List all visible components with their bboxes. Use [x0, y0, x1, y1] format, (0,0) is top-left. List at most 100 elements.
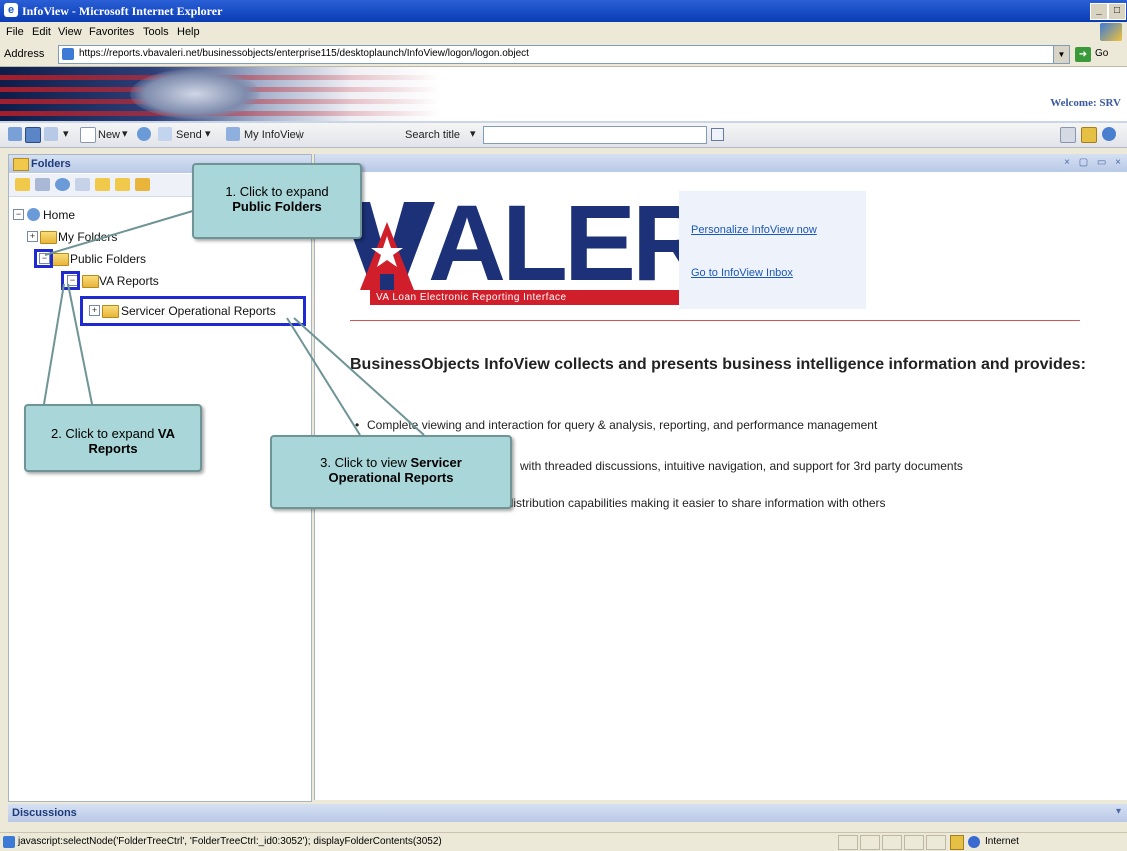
new-button[interactable]: New — [98, 129, 120, 141]
move-folder-icon[interactable] — [135, 178, 150, 191]
send-button[interactable]: Send — [176, 129, 202, 141]
callout-1-bold: Public Folders — [232, 199, 322, 214]
welcome-text: Welcome: SRV — [1050, 97, 1121, 109]
folders-panel: Folders − Home + My Folders − Public Fol… — [8, 154, 312, 802]
bullet-item: with threaded discussions, intuitive nav… — [520, 459, 963, 473]
search-input[interactable] — [483, 126, 707, 144]
folder-icon — [13, 158, 29, 171]
view-dropdown-icon[interactable]: ▾ — [63, 127, 69, 140]
maximize-button[interactable]: □ — [1108, 3, 1126, 20]
tree-label-home: Home — [43, 208, 76, 222]
callout-2-bold-2: Reports — [88, 441, 138, 456]
infoview-inbox-link[interactable]: Go to InfoView Inbox — [691, 267, 793, 279]
list-view-icon[interactable] — [25, 127, 41, 143]
highlight-box-servicer-reports — [80, 296, 306, 326]
folder-icon — [82, 275, 99, 288]
go-button[interactable]: ➜ Go — [1075, 46, 1123, 63]
status-text: javascript:selectNode('FolderTreeCtrl', … — [18, 836, 442, 847]
callout-3-bold-2: Operational Reports — [328, 470, 454, 485]
search-folder-icon[interactable] — [75, 178, 90, 191]
callout-2-bold-1: VA — [157, 426, 176, 441]
folder-icon — [52, 253, 69, 266]
promo-links-box: Personalize InfoView now Go to InfoView … — [679, 191, 866, 309]
internet-zone-icon — [968, 836, 980, 848]
tree-node-va-reports[interactable]: − VA Reports — [61, 273, 301, 289]
highlight-box-public-folders — [34, 249, 53, 268]
preferences-icon[interactable] — [1060, 127, 1076, 143]
go-label: Go — [1095, 48, 1109, 59]
address-bar: Address https://reports.vbavaleri.net/bu… — [0, 42, 1127, 67]
categories-icon[interactable] — [35, 178, 50, 191]
callout-2: 2. Click to expand VA Reports — [24, 404, 202, 472]
address-input[interactable]: https://reports.vbavaleri.net/businessob… — [58, 45, 1070, 64]
discussions-title: Discussions — [12, 807, 77, 819]
divider — [350, 320, 1080, 321]
bullet-dot: • — [355, 418, 360, 432]
menu-help[interactable]: Help — [177, 26, 200, 38]
page-icon — [3, 836, 15, 848]
logo-tagline: VA Loan Electronic Reporting Interface — [370, 290, 706, 305]
seal-image — [130, 69, 260, 119]
callout-1-text: 1. Click to expand — [225, 184, 329, 199]
callout-3-text: 3. Click to view — [320, 455, 411, 470]
discussions-panel[interactable]: Discussions ▾ — [8, 804, 1127, 822]
details-view-icon[interactable] — [44, 127, 58, 141]
tree-label-va-reports: VA Reports — [99, 274, 159, 288]
new-dropdown-icon[interactable]: ▾ — [122, 127, 128, 140]
search-title-dropdown[interactable]: Search title — [405, 129, 460, 141]
menu-file[interactable]: File — [6, 26, 24, 38]
minimize-button[interactable]: _ — [1090, 3, 1108, 20]
lock-icon[interactable] — [1081, 127, 1097, 143]
collapse-icon[interactable]: − — [13, 209, 24, 220]
folders-title: Folders — [31, 158, 71, 170]
tree-node-public-folders[interactable]: − Public Folders — [33, 251, 303, 267]
banner: Welcome: SRV — [0, 67, 1127, 123]
tree-label-public-folders: Public Folders — [70, 252, 147, 266]
panel-window-controls-icon[interactable]: × ▢ ▭ × — [1064, 157, 1124, 168]
help-icon[interactable] — [1102, 127, 1116, 141]
menu-tools[interactable]: Tools — [143, 26, 169, 38]
menu-view[interactable]: View — [58, 26, 82, 38]
intro-heading: BusinessObjects InfoView collects and pr… — [350, 356, 1086, 373]
menu-edit[interactable]: Edit — [32, 26, 51, 38]
valeri-logo: ALERI VA Loan Electronic Reporting Inter… — [340, 182, 736, 310]
personalize-infoview-link[interactable]: Personalize InfoView now — [691, 224, 817, 236]
tree-label-my-folders: My Folders — [58, 230, 118, 244]
home-icon — [27, 208, 40, 221]
send-icon — [158, 127, 172, 141]
bullet-item: Complete viewing and interaction for que… — [367, 418, 878, 432]
menu-bar: File Edit View Favorites Tools Help — [0, 22, 1127, 43]
page-icon — [62, 48, 74, 60]
search-go-icon[interactable] — [711, 128, 724, 141]
my-infoview-icon — [226, 127, 240, 141]
main-panel-header: × ▢ ▭ × — [315, 154, 1127, 172]
refresh-arrows-icon[interactable] — [137, 127, 151, 141]
ie-icon: e — [4, 3, 18, 17]
search-dropdown-icon[interactable]: ▾ — [470, 127, 476, 140]
zone-label: Internet — [985, 836, 1019, 847]
status-bar: javascript:selectNode('FolderTreeCtrl', … — [0, 832, 1127, 851]
highlight-box-va-reports — [61, 271, 80, 290]
folder-up-icon[interactable] — [115, 178, 130, 191]
expand-chevron-icon[interactable]: ▾ — [1116, 806, 1121, 817]
menu-favorites[interactable]: Favorites — [89, 26, 134, 38]
infoview-toolbar: ▾ New ▾ Send ▾ My InfoView | Search titl… — [0, 123, 1127, 148]
callout-3-bold-1: Servicer — [410, 455, 462, 470]
bullet-item: nd distribution capabilities making it e… — [490, 496, 886, 510]
flag-banner-image — [0, 67, 440, 121]
new-folder-icon[interactable] — [95, 178, 110, 191]
windows-logo-icon — [1100, 23, 1122, 41]
callout-3: 3. Click to view Servicer Operational Re… — [270, 435, 512, 509]
expand-icon[interactable]: + — [27, 231, 38, 242]
send-dropdown-icon[interactable]: ▾ — [205, 127, 211, 140]
lock-icon — [950, 835, 964, 850]
folder-icon — [40, 231, 57, 244]
my-infoview-button[interactable]: My InfoView — [244, 129, 304, 141]
folder-view-icon[interactable] — [15, 178, 30, 191]
go-arrow-icon: ➜ — [1075, 47, 1091, 62]
address-url: https://reports.vbavaleri.net/businessob… — [79, 48, 529, 59]
window-title-bar[interactable]: e InfoView - Microsoft Internet Explorer… — [0, 0, 1127, 22]
refresh-tree-icon[interactable] — [55, 178, 70, 191]
refresh-icon[interactable] — [8, 127, 22, 141]
address-dropdown-icon[interactable]: ▼ — [1053, 45, 1070, 64]
